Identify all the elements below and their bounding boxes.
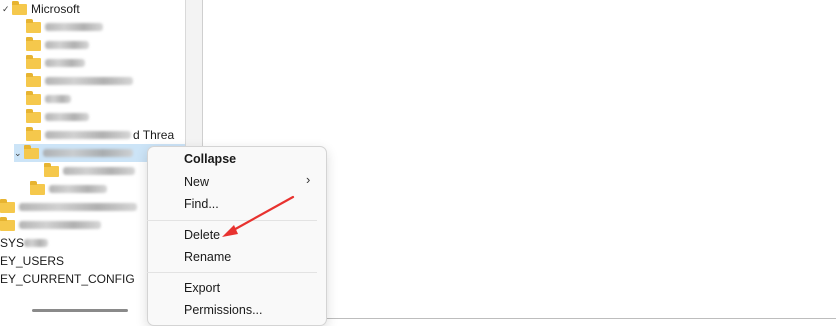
hive-node-users[interactable]: EY_USERS <box>0 252 64 270</box>
menu-item-permissions[interactable]: Permissions... <box>184 300 263 320</box>
folder-icon <box>26 108 41 123</box>
hive-node-sys[interactable]: SYS <box>0 234 49 252</box>
tree-node-child[interactable] <box>26 90 71 108</box>
menu-separator <box>147 272 317 273</box>
menu-item-rename[interactable]: Rename <box>184 247 231 267</box>
menu-item-delete[interactable]: Delete <box>184 225 220 245</box>
menu-item-collapse[interactable]: Collapse <box>184 149 236 169</box>
menu-item-find[interactable]: Find... <box>184 194 219 214</box>
folder-icon <box>12 0 27 15</box>
tree-node-child[interactable]: d Threa <box>26 126 174 144</box>
tree-node-child[interactable] <box>26 18 103 36</box>
submenu-arrow-icon: › <box>306 172 311 187</box>
hive-label: SYS <box>0 236 25 250</box>
tree-node-child[interactable] <box>26 108 89 126</box>
hive-label: EY_CURRENT_CONFIG <box>0 272 135 286</box>
tree-node-microsoft[interactable]: ✓ Microsoft <box>2 0 80 18</box>
hive-node-current-config[interactable]: EY_CURRENT_CONFIG <box>0 270 135 288</box>
folder-icon <box>44 162 59 177</box>
chevron-down-icon[interactable]: ✓ <box>2 4 12 15</box>
folder-icon <box>0 198 15 213</box>
tree-node-label: Microsoft <box>31 2 80 16</box>
folder-icon <box>24 144 39 159</box>
tree-node-child[interactable] <box>44 162 135 180</box>
partial-node-label: d Threa <box>133 128 175 142</box>
tree-node-child[interactable] <box>0 216 101 234</box>
folder-icon <box>30 180 45 195</box>
menu-item-new[interactable]: New <box>184 172 209 192</box>
tree-node-child[interactable] <box>26 72 133 90</box>
folder-icon <box>26 90 41 105</box>
tree-node-child[interactable] <box>26 54 85 72</box>
folder-icon <box>26 126 41 141</box>
folder-icon <box>26 36 41 51</box>
folder-icon <box>26 72 41 87</box>
hive-label: EY_USERS <box>0 254 65 268</box>
folder-icon <box>0 216 15 231</box>
folder-icon <box>26 18 41 33</box>
horizontal-scrollbar[interactable] <box>32 309 128 312</box>
tree-node-child[interactable] <box>0 198 137 216</box>
context-menu <box>147 146 327 326</box>
folder-icon <box>26 54 41 69</box>
chevron-down-icon[interactable]: ⌄ <box>14 148 24 159</box>
tree-node-child[interactable] <box>26 36 89 54</box>
tree-node-child[interactable] <box>30 180 107 198</box>
menu-separator <box>147 220 317 221</box>
menu-item-export[interactable]: Export <box>184 278 220 298</box>
